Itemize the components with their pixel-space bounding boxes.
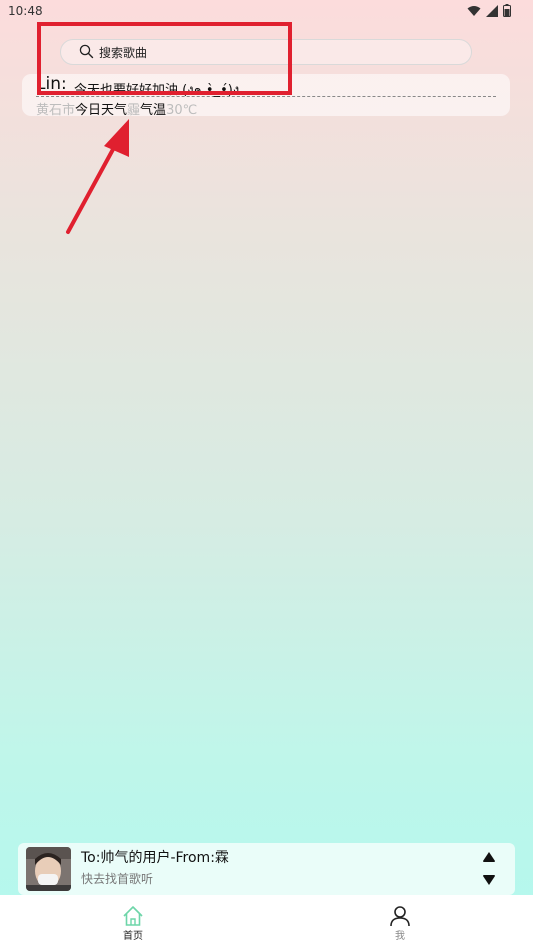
nav-item-home[interactable]: 首页 (103, 895, 163, 948)
wifi-icon (467, 5, 481, 16)
weather-temp-label: 气温 (140, 103, 167, 118)
annotation-highlight-box (37, 22, 292, 95)
weather-temp: 30℃ (166, 103, 198, 118)
next-song-icon[interactable] (482, 874, 496, 886)
status-bar: 10:48 (0, 0, 533, 24)
player-subtitle: 快去找首歌听 (81, 872, 154, 886)
weather-city: 黄石市 (36, 103, 76, 118)
signal-icon (486, 4, 498, 17)
weather-line: 黄石市今日天气霾气温30℃ (36, 99, 197, 118)
weather-condition: 霾 (127, 103, 141, 118)
mini-player[interactable]: To:帅气的用户-From:霖 快去找首歌听 (18, 843, 515, 895)
nav-label-me: 我 (395, 931, 405, 942)
status-time: 10:48 (8, 4, 43, 18)
nav-item-me[interactable]: 我 (370, 895, 430, 948)
previous-song-icon[interactable] (482, 851, 496, 863)
weather-label: 今日天气 (75, 103, 128, 118)
nav-label-home: 首页 (123, 931, 143, 942)
battery-icon (503, 4, 511, 17)
player-title: To:帅气的用户-From:霖 (81, 850, 229, 866)
user-icon (390, 906, 410, 927)
avatar (26, 847, 71, 891)
status-icons (467, 4, 511, 17)
bottom-nav: 首页 我 (0, 895, 533, 948)
home-icon (123, 906, 143, 926)
annotation-arrow (66, 119, 129, 234)
